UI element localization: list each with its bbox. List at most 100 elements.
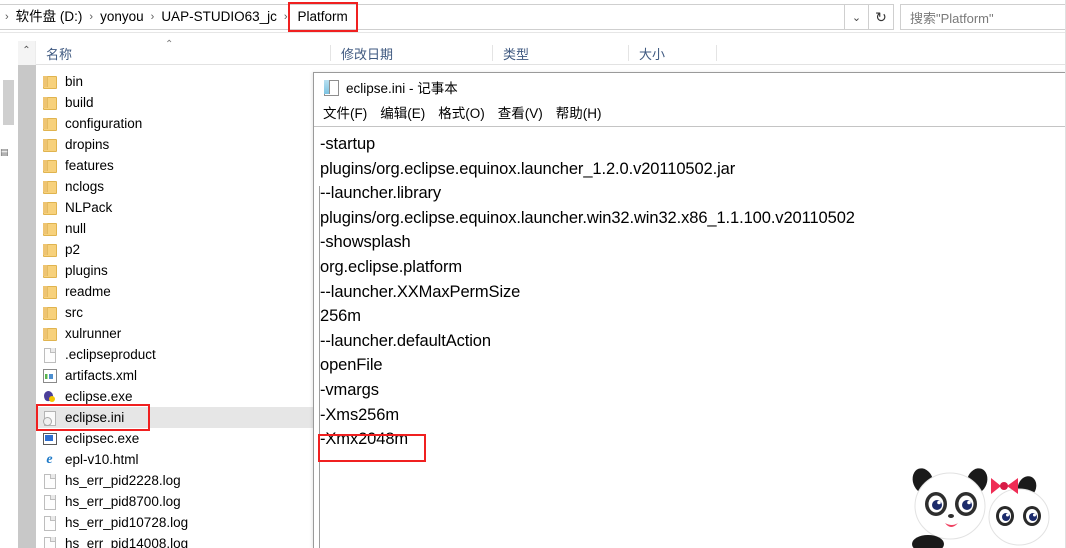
- list-item[interactable]: hs_err_pid10728.log: [36, 512, 318, 533]
- file-name: dropins: [65, 134, 109, 155]
- navigation-pane-edge: ▤ ▤: [0, 33, 18, 548]
- list-item[interactable]: bin: [36, 71, 318, 92]
- menu-item-format[interactable]: 格式(O): [438, 101, 485, 126]
- list-item[interactable]: xulrunner: [36, 323, 318, 344]
- file-name: hs_err_pid8700.log: [65, 491, 181, 512]
- list-item[interactable]: configuration: [36, 113, 318, 134]
- list-item[interactable]: artifacts.xml: [36, 365, 318, 386]
- breadcrumb[interactable]: › 软件盘 (D:) › yonyou › UAP-STUDIO63_jc › …: [0, 4, 845, 30]
- text-line: --launcher.library: [320, 181, 1066, 206]
- text-line: -vmargs: [320, 378, 1066, 403]
- menu-item-view[interactable]: 查看(V): [498, 101, 543, 126]
- text-line: -Xms256m: [320, 403, 1066, 428]
- text-caret: [319, 186, 320, 548]
- list-item[interactable]: features: [36, 155, 318, 176]
- file-list-scrollbar-thumb[interactable]: [18, 65, 36, 548]
- list-item[interactable]: .eclipseproduct: [36, 344, 318, 365]
- folder-icon: [42, 284, 56, 300]
- chevron-down-icon[interactable]: ⌄: [845, 4, 869, 30]
- column-divider-4[interactable]: [716, 45, 717, 61]
- screen: › 软件盘 (D:) › yonyou › UAP-STUDIO63_jc › …: [0, 0, 1066, 548]
- folder-icon: [42, 200, 56, 216]
- text-line: -startup: [320, 132, 1066, 157]
- list-item[interactable]: eclipse.exe: [36, 386, 318, 407]
- text-line: plugins/org.eclipse.equinox.launcher.win…: [320, 206, 1066, 231]
- search-input[interactable]: 搜索"Platform": [900, 4, 1066, 30]
- list-item[interactable]: hs_err_pid8700.log: [36, 491, 318, 512]
- folder-icon: [42, 179, 56, 195]
- column-header-type[interactable]: 类型: [493, 41, 629, 65]
- list-item[interactable]: hs_err_pid14008.log: [36, 533, 318, 548]
- text-line-xmx: -Xmx2048m: [320, 427, 1066, 452]
- folder-icon: [42, 263, 56, 279]
- list-item[interactable]: epl-v10.html: [36, 449, 318, 470]
- list-item[interactable]: null: [36, 218, 318, 239]
- folder-icon: [42, 221, 56, 237]
- list-item[interactable]: hs_err_pid2228.log: [36, 470, 318, 491]
- list-item-eclipse-ini[interactable]: eclipse.ini: [36, 407, 318, 428]
- breadcrumb-item-uap-studio[interactable]: UAP-STUDIO63_jc: [157, 6, 281, 28]
- file-name: NLPack: [65, 197, 112, 218]
- breadcrumb-item-platform[interactable]: Platform: [291, 5, 355, 29]
- list-item[interactable]: NLPack: [36, 197, 318, 218]
- text-line: openFile: [320, 353, 1066, 378]
- text-line: -showsplash: [320, 230, 1066, 255]
- notepad-icon: [323, 79, 339, 95]
- list-item[interactable]: p2: [36, 239, 318, 260]
- folder-icon: [42, 242, 56, 258]
- file-name: null: [65, 218, 86, 239]
- text-line: --launcher.XXMaxPermSize: [320, 280, 1066, 305]
- document-icon: [42, 347, 56, 363]
- file-name: eclipsec.exe: [65, 428, 139, 449]
- refresh-icon[interactable]: ↻: [869, 4, 894, 30]
- panda-watermark: [906, 454, 1066, 548]
- breadcrumb-separator-2: ›: [148, 8, 158, 26]
- file-name: nclogs: [65, 176, 104, 197]
- file-name: eclipse.exe: [65, 386, 133, 407]
- breadcrumb-item-yonyou[interactable]: yonyou: [96, 6, 148, 28]
- xml-file-icon: [42, 368, 56, 384]
- file-name: bin: [65, 71, 83, 92]
- file-name: eclipse.ini: [65, 407, 124, 428]
- log-file-icon: [42, 515, 56, 531]
- menu-item-edit[interactable]: 编辑(E): [380, 101, 425, 126]
- console-exe-icon: [42, 431, 56, 447]
- nav-item-partial-icon[interactable]: ▤: [0, 143, 14, 161]
- notepad-menu-bar: 文件(F) 编辑(E) 格式(O) 查看(V) 帮助(H): [314, 101, 1066, 126]
- column-header-name[interactable]: 名称: [36, 41, 331, 65]
- list-item[interactable]: readme: [36, 281, 318, 302]
- file-name: epl-v10.html: [65, 449, 139, 470]
- folder-icon: [42, 305, 56, 321]
- file-name: xulrunner: [65, 323, 121, 344]
- list-item[interactable]: eclipsec.exe: [36, 428, 318, 449]
- menu-item-file[interactable]: 文件(F): [323, 101, 367, 126]
- list-item[interactable]: src: [36, 302, 318, 323]
- eclipse-exe-icon: [42, 389, 56, 405]
- file-name: features: [65, 155, 114, 176]
- file-name: artifacts.xml: [65, 365, 137, 386]
- folder-icon: [42, 95, 56, 111]
- list-item[interactable]: build: [36, 92, 318, 113]
- breadcrumb-separator-1: ›: [86, 8, 96, 26]
- list-item[interactable]: plugins: [36, 260, 318, 281]
- search-input-value: 搜索"Platform": [910, 8, 994, 27]
- list-scroll-up-button[interactable]: ⌃: [18, 41, 36, 65]
- list-item[interactable]: nclogs: [36, 176, 318, 197]
- breadcrumb-item-drive[interactable]: 软件盘 (D:): [12, 6, 87, 28]
- file-name: p2: [65, 239, 80, 260]
- text-line: plugins/org.eclipse.equinox.launcher_1.2…: [320, 157, 1066, 182]
- column-header-modified[interactable]: 修改日期: [331, 41, 493, 65]
- list-item[interactable]: dropins: [36, 134, 318, 155]
- notepad-title-bar[interactable]: eclipse.ini - 记事本: [314, 73, 1066, 101]
- file-name: hs_err_pid14008.log: [65, 533, 188, 548]
- text-line: --launcher.defaultAction: [320, 329, 1066, 354]
- file-name: readme: [65, 281, 111, 302]
- notepad-title-text: eclipse.ini - 记事本: [346, 77, 458, 97]
- breadcrumb-separator-leading: ›: [2, 8, 12, 26]
- folder-icon: [42, 158, 56, 174]
- menu-item-help[interactable]: 帮助(H): [556, 101, 602, 126]
- column-header-size[interactable]: 大小: [629, 41, 717, 65]
- nav-scrollbar-thumb[interactable]: [3, 80, 14, 125]
- breadcrumb-separator-3: ›: [281, 8, 291, 26]
- file-name: .eclipseproduct: [65, 344, 156, 365]
